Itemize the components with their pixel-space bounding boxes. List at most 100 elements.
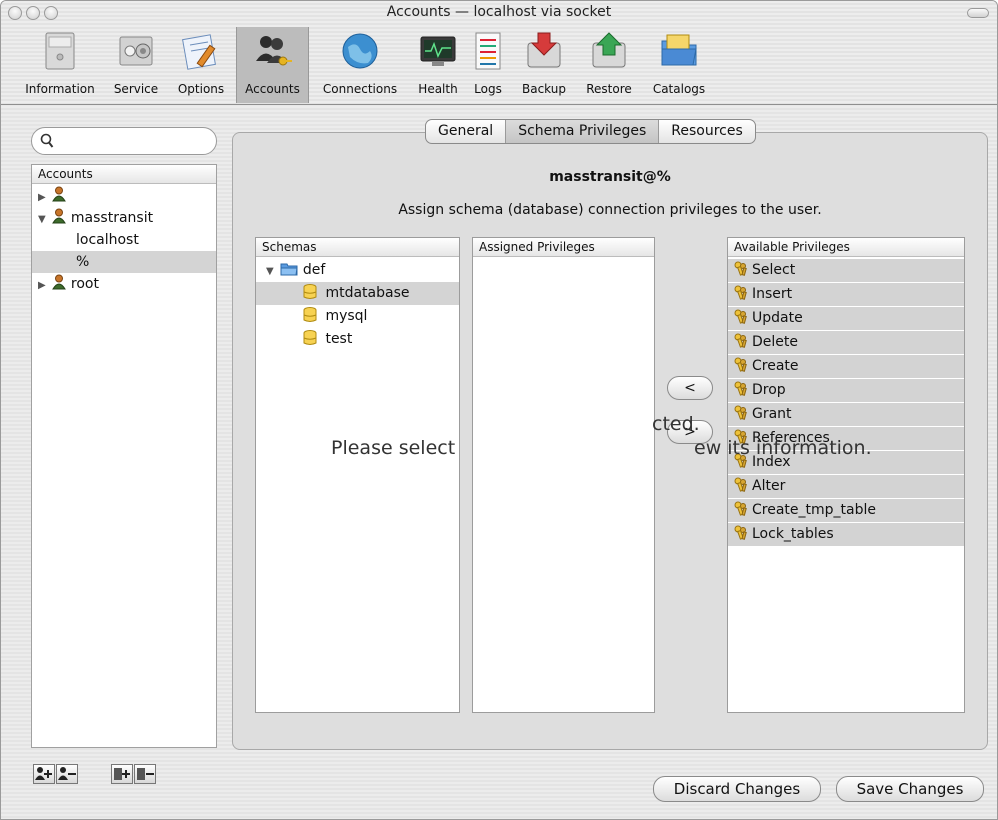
schema-label: def [302, 262, 326, 278]
account-row-root[interactable]: ▶ root [32, 273, 216, 295]
privilege-row[interactable]: Create_tmp_table [728, 499, 964, 522]
database-icon [303, 284, 317, 299]
folder-icon [280, 263, 299, 276]
privilege-key-icon [734, 357, 747, 372]
privilege-row[interactable]: Drop [728, 379, 964, 402]
privilege-label: Delete [752, 334, 798, 350]
disclosure-triangle-icon[interactable]: ▶ [38, 275, 48, 297]
toolbar-label: Catalogs [652, 82, 706, 96]
privilege-label: Drop [752, 382, 786, 398]
folder-icon [661, 34, 697, 66]
search-field[interactable] [31, 127, 217, 155]
privilege-key-icon [734, 309, 747, 324]
account-label: masstransit [70, 210, 154, 226]
search-icon [40, 133, 54, 148]
overlay-message-right: ew its information. [694, 437, 872, 459]
server-tower-icon [45, 32, 75, 70]
user-icon [52, 208, 67, 224]
remove-host-button[interactable] [134, 764, 156, 784]
database-icon [303, 307, 317, 322]
user-heading: masstransit@% [549, 169, 671, 185]
privilege-key-icon [734, 333, 747, 348]
user-icon [52, 186, 67, 202]
schemas-list[interactable]: Schemas ▼ def mtdatabase mysql test [255, 237, 460, 713]
remove-user-icon [58, 767, 76, 780]
toolbar-label: Information [25, 82, 95, 96]
privilege-row[interactable]: Alter [728, 475, 964, 498]
disk-down-arrow-icon [527, 32, 561, 68]
schema-row-mysql[interactable]: mysql [256, 305, 459, 328]
privilege-label: Update [752, 310, 803, 326]
privilege-label: Alter [752, 478, 786, 494]
assigned-privileges-list[interactable]: Assigned Privileges [472, 237, 655, 713]
host-label: % [76, 254, 90, 270]
app-window: Accounts — localhost via socket Informat… [0, 0, 998, 820]
user-icon [52, 274, 67, 290]
available-privileges-list[interactable]: Available Privileges Select Insert Update D… [727, 237, 965, 713]
schema-row-mtdatabase[interactable]: mtdatabase [256, 282, 459, 305]
schema-row-def[interactable]: ▼ def [256, 259, 459, 282]
privilege-row[interactable]: Grant [728, 403, 964, 426]
toolbar-catalogs[interactable]: Catalogs [645, 27, 713, 103]
host-row-wildcard[interactable]: % [32, 251, 216, 273]
schema-row-test[interactable]: test [256, 328, 459, 351]
toolbar-accounts[interactable]: Accounts [236, 27, 309, 103]
toolbar-label: Health [418, 82, 458, 96]
privilege-label: Insert [752, 286, 793, 302]
privilege-row[interactable]: Delete [728, 331, 964, 354]
toolbar-restore[interactable]: Restore [577, 27, 641, 103]
tab-bar: General Schema Privileges Resources [425, 119, 756, 144]
title-bar: Accounts — localhost via socket Informat… [1, 1, 997, 105]
privilege-row[interactable]: Lock_tables [728, 523, 964, 546]
overlay-message-left: Please select [331, 437, 456, 459]
privilege-key-icon [734, 261, 747, 276]
users-key-icon [255, 36, 292, 66]
tab-resources[interactable]: Resources [659, 120, 755, 143]
privilege-row[interactable]: Update [728, 307, 964, 330]
privilege-row[interactable]: Insert [728, 283, 964, 306]
account-row-masstransit[interactable]: ▼ masstransit [32, 207, 216, 229]
save-changes-button[interactable]: Save Changes [836, 776, 984, 802]
toolbar-information[interactable]: Information [15, 27, 105, 103]
toolbar-label: Logs [474, 82, 502, 96]
disclosure-triangle-icon[interactable]: ▶ [38, 187, 48, 209]
toolbar-service[interactable]: Service [104, 27, 168, 103]
content-area: Accounts ▶ ▼ masstransit localhost % ▶ r… [1, 106, 997, 819]
toolbar-label: Connections [322, 82, 398, 96]
remove-user-button[interactable] [56, 764, 78, 784]
assign-privilege-button[interactable]: < [667, 376, 713, 400]
privilege-key-icon [734, 525, 747, 540]
host-label: localhost [76, 232, 139, 248]
options-pen-icon [182, 34, 216, 70]
search-input[interactable] [58, 132, 208, 150]
tab-general[interactable]: General [426, 120, 507, 143]
privilege-key-icon [734, 285, 747, 300]
remove-host-icon [137, 768, 154, 780]
privilege-key-icon [734, 501, 747, 516]
tab-schema-privileges[interactable]: Schema Privileges [506, 120, 660, 143]
toolbar-connections[interactable]: Connections [313, 27, 407, 103]
disclosure-triangle-icon[interactable]: ▼ [38, 209, 48, 231]
privilege-row[interactable]: Select [728, 259, 964, 282]
toolbar-options[interactable]: Options [169, 27, 233, 103]
account-row[interactable]: ▶ [32, 185, 216, 207]
accounts-header: Accounts [32, 165, 216, 184]
disclosure-triangle-icon[interactable]: ▼ [266, 260, 276, 283]
privilege-label: Create_tmp_table [752, 502, 876, 518]
privilege-label: Grant [752, 406, 792, 422]
toolbar-backup[interactable]: Backup [514, 27, 574, 103]
overlay-message-mid: cted. [652, 413, 700, 435]
toolbar-toggle-button[interactable] [967, 8, 989, 18]
privilege-row[interactable]: Create [728, 355, 964, 378]
toolbar-health[interactable]: Health [413, 27, 463, 103]
add-user-button[interactable] [33, 764, 55, 784]
toolbar-logs[interactable]: Logs [467, 27, 509, 103]
privilege-key-icon [734, 405, 747, 420]
discard-changes-button[interactable]: Discard Changes [653, 776, 821, 802]
toolbar-label: Accounts [245, 82, 300, 96]
host-row-localhost[interactable]: localhost [32, 229, 216, 251]
privilege-key-icon [734, 477, 747, 492]
add-host-button[interactable] [111, 764, 133, 784]
accounts-list[interactable]: Accounts ▶ ▼ masstransit localhost % ▶ r… [31, 164, 217, 748]
available-privileges-header: Available Privileges [728, 238, 964, 257]
